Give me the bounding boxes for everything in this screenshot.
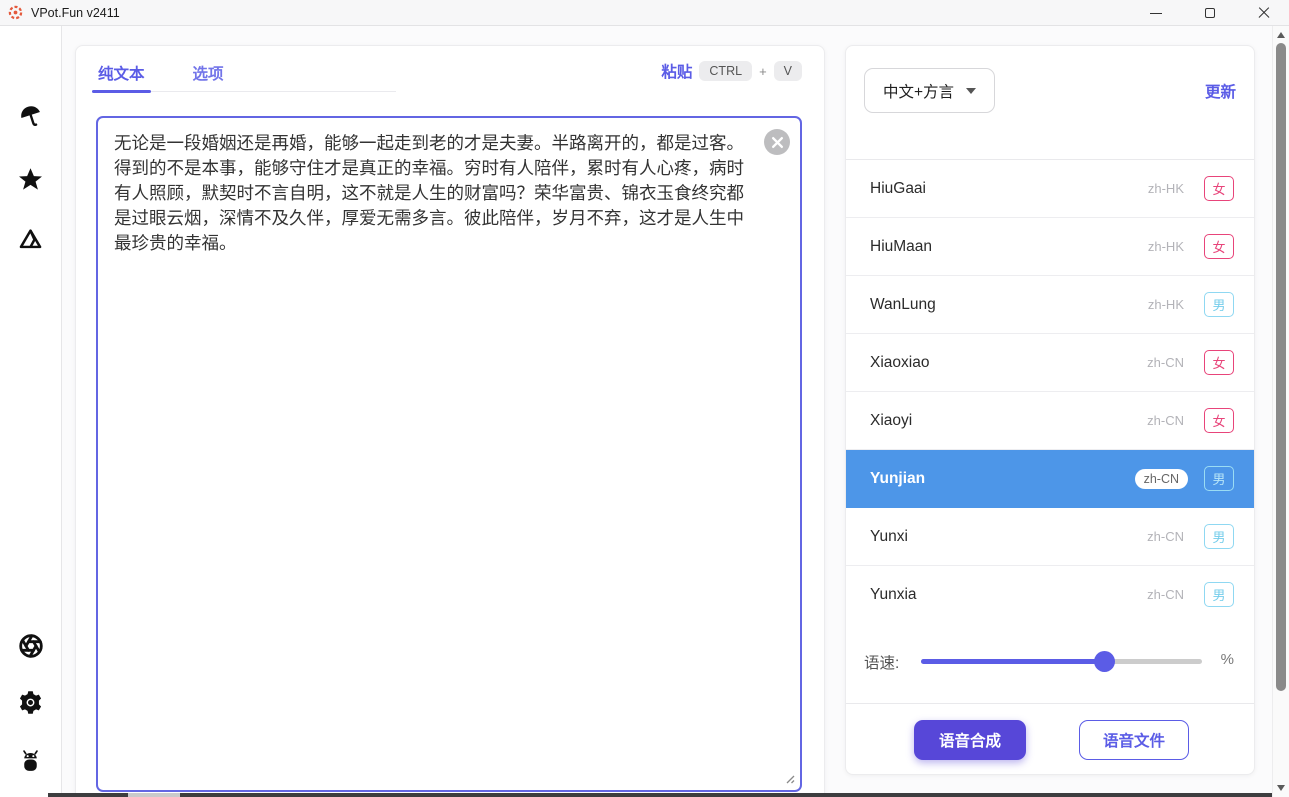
maximize-icon[interactable]: [1199, 2, 1221, 24]
editor-tab-bar: 纯文本 选项: [96, 56, 396, 92]
title-bar: VPot.Fun v2411: [0, 0, 1289, 26]
voice-row-wanlung[interactable]: WanLung zh-HK 男: [846, 276, 1254, 334]
voice-locale-badge: zh-HK: [1148, 239, 1184, 254]
voice-name: HiuGaai: [870, 180, 1148, 198]
voice-list: HiuGaai zh-HK 女 HiuMaan zh-HK 女 WanLung …: [846, 159, 1254, 619]
voice-row-xiaoxiao[interactable]: Xiaoxiao zh-CN 女: [846, 334, 1254, 392]
app-title: VPot.Fun v2411: [31, 6, 120, 20]
voice-file-button[interactable]: 语音文件: [1079, 720, 1189, 760]
scroll-up-icon[interactable]: [1277, 32, 1285, 38]
chevron-down-icon: [966, 88, 976, 94]
voice-locale-badge: zh-HK: [1148, 181, 1184, 196]
close-icon[interactable]: [1253, 2, 1275, 24]
speed-slider[interactable]: [921, 659, 1202, 664]
gender-badge: 女: [1204, 350, 1234, 375]
text-input[interactable]: 无论是一段婚姻还是再婚，能够一起走到老的才是夫妻。半路离开的，都是过客。得到的不…: [96, 116, 802, 792]
gender-badge: 女: [1204, 234, 1234, 259]
voice-name: Yunxi: [870, 528, 1147, 546]
star-icon[interactable]: [17, 165, 45, 193]
app-logo-icon: [8, 5, 23, 20]
window-controls: [1145, 0, 1283, 26]
voice-row-yunjian[interactable]: Yunjian zh-CN 男: [846, 450, 1254, 508]
voice-locale-badge: zh-CN: [1147, 413, 1184, 428]
scroll-down-icon[interactable]: [1277, 785, 1285, 791]
speed-unit: %: [1221, 651, 1234, 668]
voice-locale-badge: zh-CN: [1147, 529, 1184, 544]
v-key-badge: V: [774, 61, 802, 81]
voice-name: WanLung: [870, 296, 1148, 314]
voice-row-yunxia[interactable]: Yunxia zh-CN 男: [846, 566, 1254, 619]
taskbar-item: [128, 793, 180, 797]
voice-locale-badge: zh-HK: [1148, 297, 1184, 312]
voices-panel: 中文+方言 更新 HiuGaai zh-HK 女 HiuMaan zh-HK 女…: [845, 45, 1255, 775]
paste-shortcut: 粘贴 CTRL + V: [661, 60, 802, 82]
voice-row-hiumaan[interactable]: HiuMaan zh-HK 女: [846, 218, 1254, 276]
synthesize-button[interactable]: 语音合成: [914, 720, 1026, 760]
resize-grip-icon[interactable]: [784, 773, 795, 784]
gender-badge: 男: [1204, 524, 1234, 549]
voice-row-hiugaai[interactable]: HiuGaai zh-HK 女: [846, 160, 1254, 218]
language-filter-select[interactable]: 中文+方言: [864, 68, 995, 113]
gender-badge: 男: [1204, 292, 1234, 317]
voice-name: Xiaoyi: [870, 412, 1147, 430]
voice-name: Yunjian: [870, 470, 1135, 488]
voice-name: Yunxia: [870, 586, 1147, 604]
plus-sign: +: [759, 64, 767, 79]
text-input-area: 无论是一段婚姻还是再婚，能够一起走到老的才是夫妻。半路离开的，都是过客。得到的不…: [96, 116, 802, 792]
clear-text-icon[interactable]: [764, 129, 790, 155]
voice-row-xiaoyi[interactable]: Xiaoyi zh-CN 女: [846, 392, 1254, 450]
app-window: VPot.Fun v2411: [0, 0, 1289, 797]
voice-locale-badge: zh-CN: [1147, 355, 1184, 370]
gender-badge: 女: [1204, 408, 1234, 433]
voice-locale-badge: zh-CN: [1147, 587, 1184, 602]
gender-badge: 女: [1204, 176, 1234, 201]
speed-label: 语速:: [864, 651, 899, 673]
sidebar: [0, 26, 62, 797]
paste-button[interactable]: 粘贴: [661, 60, 692, 82]
actions-section: 语音合成 语音文件: [846, 703, 1254, 776]
voice-name: Xiaoxiao: [870, 354, 1147, 372]
speed-slider-thumb[interactable]: [1094, 651, 1115, 672]
voice-locale-badge: zh-CN: [1135, 469, 1188, 489]
gender-badge: 男: [1204, 466, 1234, 491]
voice-row-yunxi[interactable]: Yunxi zh-CN 男: [846, 508, 1254, 566]
voice-name: HiuMaan: [870, 238, 1148, 256]
gear-icon[interactable]: [17, 688, 45, 716]
voices-header: 中文+方言 更新: [864, 68, 1236, 114]
ctrl-key-badge: CTRL: [699, 61, 752, 81]
speed-section: 语速: %: [846, 619, 1254, 703]
tab-plain-text[interactable]: 纯文本: [96, 56, 147, 91]
scrollbar-thumb[interactable]: [1276, 43, 1286, 691]
taskbar-sliver: [48, 793, 1272, 797]
android-icon[interactable]: [17, 746, 45, 774]
speed-slider-fill: [921, 659, 1104, 664]
window-scrollbar[interactable]: [1272, 26, 1289, 797]
mountain-icon[interactable]: [17, 224, 45, 252]
editor-panel: 纯文本 选项 粘贴 CTRL + V 无论是一段婚姻还是再婚，能够一起走到老的才…: [75, 45, 825, 797]
gender-badge: 男: [1204, 582, 1234, 607]
language-filter-value: 中文+方言: [883, 80, 954, 102]
refresh-link[interactable]: 更新: [1205, 80, 1236, 102]
umbrella-icon[interactable]: [17, 102, 45, 130]
tab-options[interactable]: 选项: [191, 56, 226, 91]
aperture-icon[interactable]: [17, 632, 45, 660]
minimize-icon[interactable]: [1145, 2, 1167, 24]
